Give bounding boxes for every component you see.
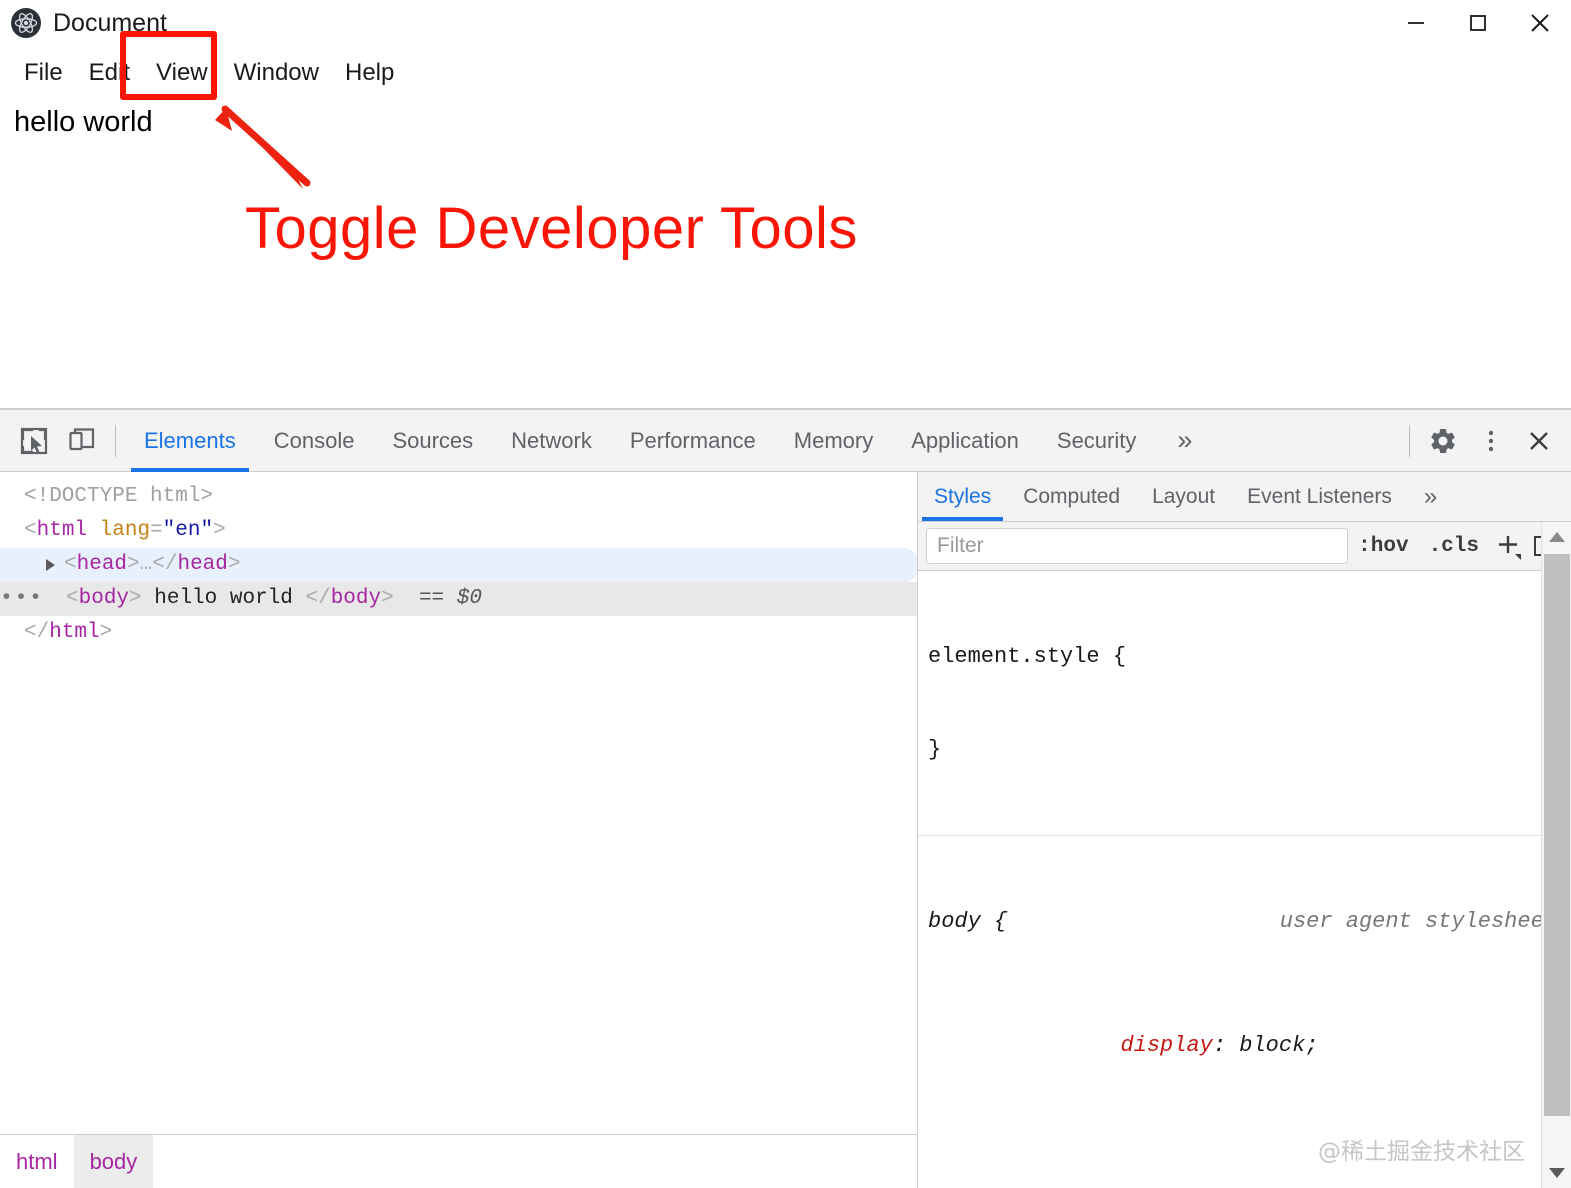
rule-close-brace: } <box>928 734 1557 765</box>
declaration-margin[interactable]: margin:8px; <box>928 1154 1557 1188</box>
devtools-toolbar-right <box>1400 417 1571 465</box>
html-attr-name: lang <box>100 514 150 548</box>
head-collapsed-ellipsis: … <box>140 548 153 582</box>
html-attr-eq: = <box>150 514 163 548</box>
html-tag-name: html <box>37 514 87 548</box>
dom-row-body[interactable]: •••<body> hello world </body> == $0 <box>0 582 917 616</box>
devtools-main: <!DOCTYPE html> <html lang="en"> <head>…… <box>0 472 1571 1188</box>
chevron-double-right-icon[interactable]: » <box>1155 425 1214 456</box>
cls-toggle-button[interactable]: .cls <box>1419 535 1489 558</box>
tab-network[interactable]: Network <box>492 410 611 472</box>
declaration-name[interactable]: display <box>1086 1033 1212 1058</box>
tab-memory[interactable]: Memory <box>775 410 892 472</box>
toolbar-divider <box>115 425 116 457</box>
close-button[interactable] <box>1509 0 1571 46</box>
expand-triangle-icon[interactable] <box>46 559 55 571</box>
hov-toggle-button[interactable]: :hov <box>1348 535 1418 558</box>
menu-item-edit[interactable]: Edit <box>76 56 143 91</box>
menu-bar: File Edit View Window Help <box>0 50 407 96</box>
inspect-element-icon[interactable] <box>10 417 58 465</box>
devtools-panel: Elements Console Sources Network Perform… <box>0 408 1571 1187</box>
menu-item-file[interactable]: File <box>11 56 76 91</box>
devtools-tab-list: Elements Console Sources Network Perform… <box>125 410 1155 472</box>
breadcrumb: html body <box>0 1134 917 1188</box>
maximize-button[interactable] <box>1447 0 1509 46</box>
tab-application[interactable]: Application <box>892 410 1038 472</box>
window-controls <box>1385 0 1571 46</box>
tab-elements[interactable]: Elements <box>125 410 255 472</box>
body-marker-ref: $0 <box>457 582 482 616</box>
menu-item-window[interactable]: Window <box>221 56 332 91</box>
dom-tree: <!DOCTYPE html> <html lang="en"> <head>…… <box>0 472 917 1134</box>
declaration-display[interactable]: display: block; <box>928 999 1557 1092</box>
styles-scrollbar[interactable] <box>1541 522 1571 1188</box>
rule-selector: element.style { <box>928 641 1126 672</box>
breadcrumb-item-html[interactable]: html <box>0 1135 74 1188</box>
electron-atom-icon <box>11 8 41 38</box>
app-window: Document File Edit View Window Help hell… <box>0 0 1571 408</box>
tab-sources[interactable]: Sources <box>373 410 492 472</box>
scroll-down-arrow-icon[interactable] <box>1542 1158 1571 1188</box>
tab-performance[interactable]: Performance <box>611 410 775 472</box>
html-attr-value: "en" <box>163 514 213 548</box>
dom-row-doctype[interactable]: <!DOCTYPE html> <box>0 480 917 514</box>
body-inner-text: hello world <box>154 582 293 616</box>
dom-row-badge[interactable]: ••• <box>0 582 44 616</box>
minimize-button[interactable] <box>1385 0 1447 46</box>
dom-row-head[interactable]: <head>…</head> <box>0 548 917 582</box>
three-dots-vertical-icon[interactable] <box>1467 417 1515 465</box>
styles-filter-input[interactable] <box>926 528 1348 564</box>
html-open-close: > <box>213 514 226 548</box>
styles-filter-bar: :hov .cls <box>918 522 1571 571</box>
scroll-up-arrow-icon[interactable] <box>1542 522 1571 552</box>
title-bar: Document <box>0 0 1571 46</box>
close-devtools-icon[interactable] <box>1515 417 1563 465</box>
menu-item-help[interactable]: Help <box>332 56 407 91</box>
tab-styles[interactable]: Styles <box>918 472 1007 521</box>
scrollbar-track[interactable] <box>1542 552 1571 1158</box>
rule-selector: body { <box>928 906 1007 937</box>
device-toolbar-icon[interactable] <box>58 417 106 465</box>
styles-tab-list: Styles Computed Layout Event Listeners » <box>918 472 1571 522</box>
styles-overflow-chevron-icon[interactable]: » <box>1408 472 1453 521</box>
window-title: Document <box>53 11 167 36</box>
tab-security[interactable]: Security <box>1038 410 1155 472</box>
dom-row-html-open[interactable]: <html lang="en"> <box>0 514 917 548</box>
new-style-rule-button[interactable] <box>1489 528 1527 564</box>
tab-layout[interactable]: Layout <box>1136 472 1231 521</box>
dom-tree-pane: <!DOCTYPE html> <html lang="en"> <head>…… <box>0 472 918 1188</box>
toolbar-divider-right <box>1409 425 1410 457</box>
annotation-label: Toggle Developer Tools <box>245 195 858 262</box>
gear-icon[interactable] <box>1419 417 1467 465</box>
doctype-text: <!DOCTYPE html> <box>24 480 213 514</box>
tab-event-listeners[interactable]: Event Listeners <box>1231 472 1408 521</box>
styles-rules-list: element.style { } body { user agent styl… <box>918 571 1571 1188</box>
rule-origin: user agent stylesheet <box>1280 906 1557 937</box>
body-marker-eq: == <box>419 582 444 616</box>
style-rule-body[interactable]: body { user agent stylesheet display: bl… <box>918 836 1571 1188</box>
declaration-value[interactable]: block; <box>1239 1033 1318 1058</box>
devtools-toolbar: Elements Console Sources Network Perform… <box>0 410 1571 472</box>
tab-console[interactable]: Console <box>255 410 374 472</box>
page-content: hello world <box>0 104 1571 142</box>
dom-row-html-close[interactable]: </html> <box>0 616 917 650</box>
breadcrumb-item-body[interactable]: body <box>74 1135 154 1188</box>
tab-computed[interactable]: Computed <box>1007 472 1136 521</box>
style-rule-element-style[interactable]: element.style { } <box>918 571 1571 836</box>
menu-item-view[interactable]: View <box>143 56 221 91</box>
page-body-text: hello world <box>0 104 1571 142</box>
styles-pane: Styles Computed Layout Event Listeners »… <box>918 472 1571 1188</box>
scrollbar-thumb[interactable] <box>1544 554 1570 1116</box>
